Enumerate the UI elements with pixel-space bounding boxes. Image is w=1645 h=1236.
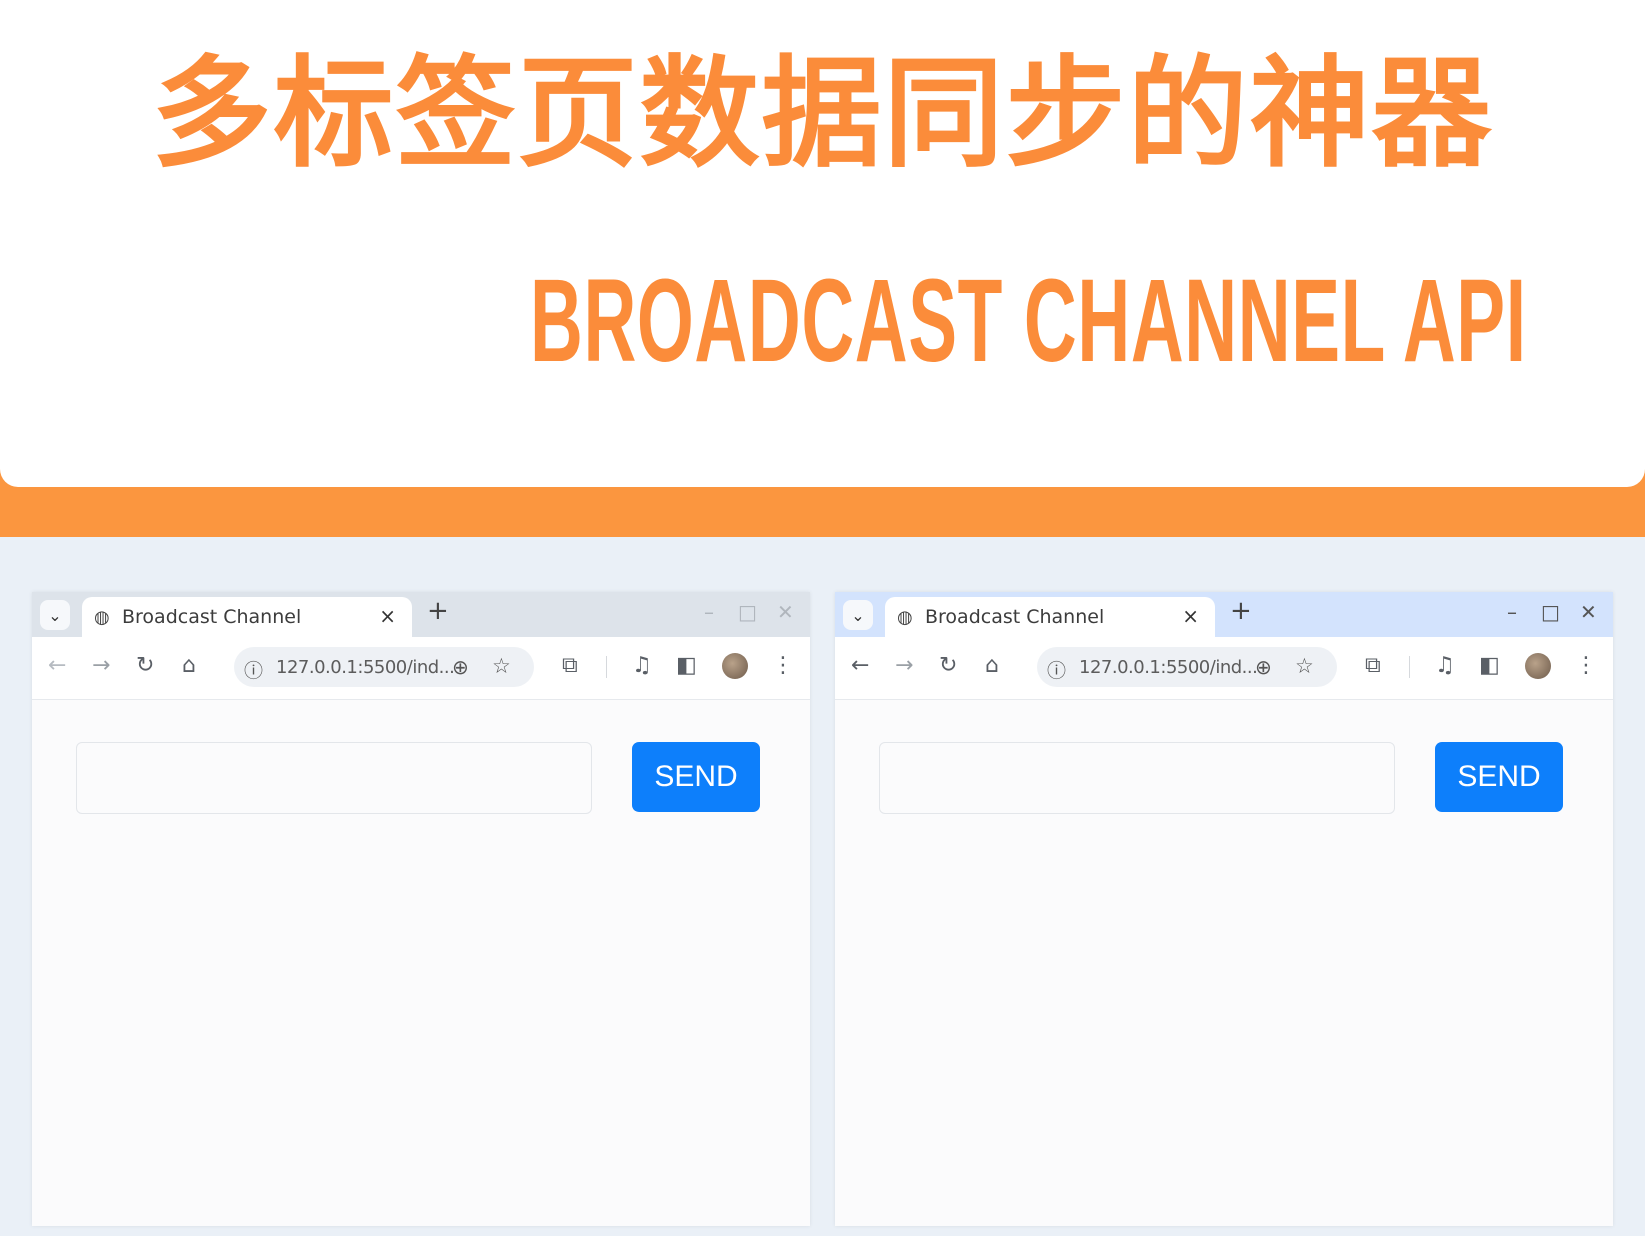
tab-title: Broadcast Channel xyxy=(925,606,1105,628)
toolbar-separator xyxy=(1409,656,1410,678)
profile-avatar[interactable] xyxy=(1525,653,1551,679)
home-icon[interactable]: ⌂ xyxy=(182,653,196,678)
extensions-icon[interactable]: ⧉ xyxy=(562,653,578,678)
forward-icon[interactable]: → xyxy=(92,653,110,678)
forward-icon[interactable]: → xyxy=(895,653,913,678)
url-text: 127.0.0.1:5500/ind... xyxy=(1079,657,1258,678)
extensions-icon[interactable]: ⧉ xyxy=(1365,653,1381,678)
globe-icon: ◍ xyxy=(897,607,913,628)
tab-strip: ⌄ ◍ Broadcast Channel × + – □ ✕ xyxy=(32,592,810,637)
send-button[interactable]: SEND xyxy=(1435,742,1563,812)
back-icon[interactable]: ← xyxy=(851,653,869,678)
new-tab-icon[interactable]: + xyxy=(427,596,449,626)
maximize-icon[interactable]: □ xyxy=(738,600,757,624)
page-content: SEND xyxy=(835,700,1613,1226)
zoom-icon[interactable]: ⊕ xyxy=(452,655,469,679)
back-icon[interactable]: ← xyxy=(48,653,66,678)
globe-icon: ◍ xyxy=(94,607,110,628)
browser-toolbar: ← → ↻ ⌂ ⓘ 127.0.0.1:5500/ind... ⊕ ☆ ⧉ ♫ … xyxy=(835,637,1613,700)
tab-broadcast-channel[interactable]: ◍ Broadcast Channel × xyxy=(82,597,412,637)
tab-broadcast-channel[interactable]: ◍ Broadcast Channel × xyxy=(885,597,1215,637)
home-icon[interactable]: ⌂ xyxy=(985,653,999,678)
reload-icon[interactable]: ↻ xyxy=(939,653,957,678)
reload-icon[interactable]: ↻ xyxy=(136,653,154,678)
title-english: BROADCAST CHANNEL API xyxy=(530,255,1527,387)
site-info-icon[interactable]: ⓘ xyxy=(1047,656,1066,683)
url-text: 127.0.0.1:5500/ind... xyxy=(276,657,455,678)
header-banner: 多标签页数据同步的神器 BROADCAST CHANNEL API xyxy=(0,0,1645,487)
tab-title: Broadcast Channel xyxy=(122,606,302,628)
send-button[interactable]: SEND xyxy=(632,742,760,812)
tab-close-icon[interactable]: × xyxy=(379,604,396,628)
minimize-icon[interactable]: – xyxy=(1507,600,1517,624)
address-bar[interactable]: ⓘ 127.0.0.1:5500/ind... ⊕ ☆ xyxy=(234,647,534,687)
browser-window-right: ⌄ ◍ Broadcast Channel × + – □ ✕ ← → ↻ ⌂ … xyxy=(835,592,1613,1226)
address-bar[interactable]: ⓘ 127.0.0.1:5500/ind... ⊕ ☆ xyxy=(1037,647,1337,687)
browser-window-left: ⌄ ◍ Broadcast Channel × + – □ ✕ ← → ↻ ⌂ … xyxy=(32,592,810,1226)
new-tab-icon[interactable]: + xyxy=(1230,596,1252,626)
window-close-icon[interactable]: ✕ xyxy=(1580,600,1597,624)
side-panel-icon[interactable]: ◧ xyxy=(1479,653,1500,678)
toolbar-separator xyxy=(606,656,607,678)
bookmark-star-icon[interactable]: ☆ xyxy=(492,654,511,678)
tab-close-icon[interactable]: × xyxy=(1182,604,1199,628)
window-close-icon[interactable]: ✕ xyxy=(777,600,794,624)
tab-search-dropdown-icon[interactable]: ⌄ xyxy=(40,600,70,630)
media-control-icon[interactable]: ♫ xyxy=(1435,653,1455,678)
menu-icon[interactable]: ⋮ xyxy=(772,653,794,678)
maximize-icon[interactable]: □ xyxy=(1541,600,1560,624)
site-info-icon[interactable]: ⓘ xyxy=(244,656,263,683)
zoom-icon[interactable]: ⊕ xyxy=(1255,655,1272,679)
page-content: SEND xyxy=(32,700,810,1226)
media-control-icon[interactable]: ♫ xyxy=(632,653,652,678)
message-input[interactable] xyxy=(76,742,592,814)
minimize-icon[interactable]: – xyxy=(704,600,714,624)
tab-search-dropdown-icon[interactable]: ⌄ xyxy=(843,600,873,630)
side-panel-icon[interactable]: ◧ xyxy=(676,653,697,678)
menu-icon[interactable]: ⋮ xyxy=(1575,653,1597,678)
browser-toolbar: ← → ↻ ⌂ ⓘ 127.0.0.1:5500/ind... ⊕ ☆ ⧉ ♫ … xyxy=(32,637,810,700)
profile-avatar[interactable] xyxy=(722,653,748,679)
message-input[interactable] xyxy=(879,742,1395,814)
bookmark-star-icon[interactable]: ☆ xyxy=(1295,654,1314,678)
title-chinese: 多标签页数据同步的神器 xyxy=(151,45,1494,184)
tab-strip: ⌄ ◍ Broadcast Channel × + – □ ✕ xyxy=(835,592,1613,637)
